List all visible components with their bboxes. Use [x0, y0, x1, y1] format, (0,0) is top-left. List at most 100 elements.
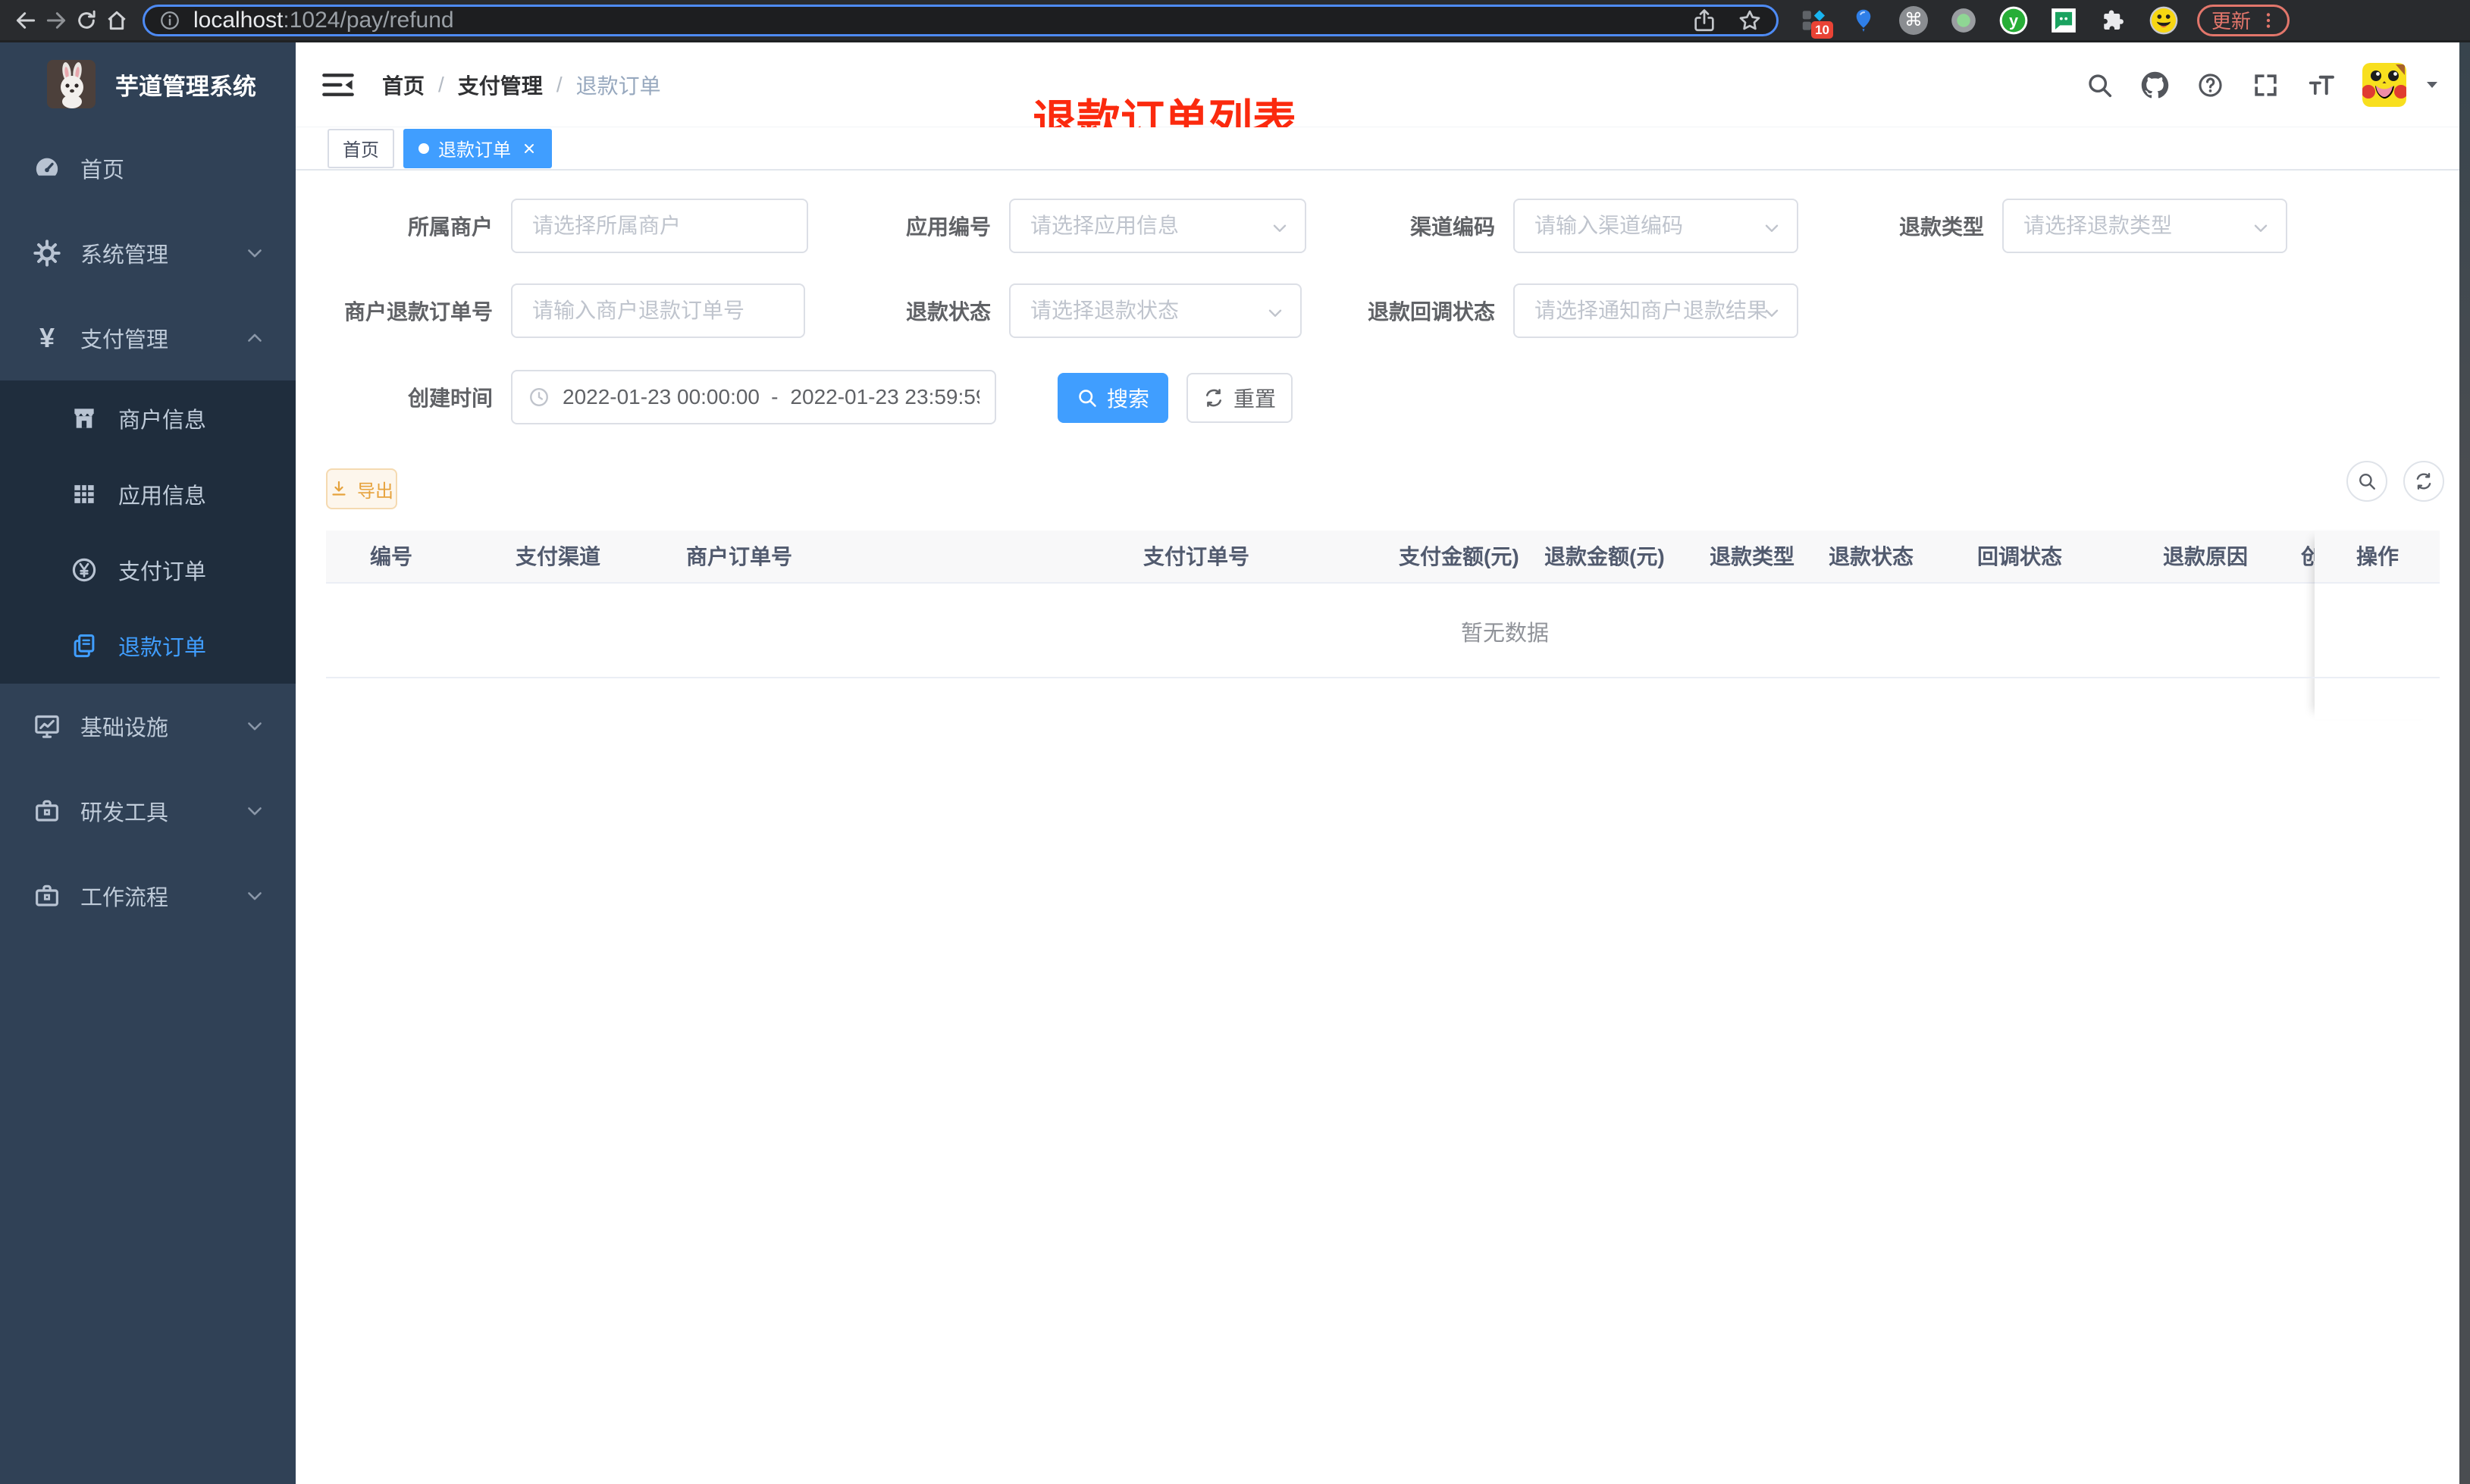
sidebar-item-app-info[interactable]: 应用信息 [0, 456, 296, 532]
sidebar-item-pay[interactable]: ¥ 支付管理 [0, 296, 296, 380]
sidebar-item-infra[interactable]: 基础设施 [0, 684, 296, 769]
sidebar-collapse-icon[interactable] [321, 68, 355, 102]
app-select[interactable] [1011, 200, 1305, 252]
column-header-actions: 操作 [2315, 531, 2440, 584]
breadcrumb: 首页 / 支付管理 / 退款订单 [382, 42, 661, 127]
app-title: 芋道管理系统 [115, 73, 256, 100]
avatar-caret-icon[interactable] [2423, 76, 2441, 94]
extension-command-icon[interactable]: ⌘ [1898, 5, 1929, 36]
fullscreen-icon[interactable] [2252, 71, 2280, 99]
browser-update-label: 更新 [2211, 10, 2252, 33]
refund-type-select[interactable] [2004, 200, 2286, 252]
channel-select[interactable] [1515, 200, 1797, 252]
extension-emoji-icon[interactable] [2149, 5, 2179, 36]
sidebar: 芋道管理系统 首页 系统管理 ¥ 支付管理 商户信息 应用信息 支付订单 退款订… [0, 42, 296, 1484]
refund-status-select[interactable] [1011, 285, 1300, 337]
documents-icon [70, 631, 99, 660]
app-logo[interactable]: 芋道管理系统 [0, 42, 296, 126]
extensions-puzzle-icon[interactable] [2099, 5, 2129, 36]
filter-app: 应用编号 [872, 199, 1306, 253]
extension-balloon-icon[interactable] [1848, 5, 1879, 36]
browser-scrollbar[interactable] [2459, 42, 2470, 1484]
browser-forward-button[interactable] [41, 5, 71, 36]
browser-menu-kebab-icon [2258, 11, 2278, 30]
merchant-refund-no-input[interactable] [512, 285, 804, 337]
github-icon[interactable] [2141, 71, 2169, 99]
dashboard-icon [32, 153, 62, 183]
tag-home[interactable]: 首页 [328, 128, 394, 168]
close-icon[interactable] [522, 141, 537, 156]
share-icon[interactable] [1691, 8, 1717, 33]
search-icon[interactable] [2086, 71, 2114, 99]
column-header: 回调状态 [1977, 545, 2063, 568]
user-avatar[interactable] [2362, 63, 2406, 107]
bookmark-star-icon[interactable] [1737, 8, 1763, 33]
column-header: 支付金额(元) [1399, 545, 1519, 568]
chevron-down-icon [244, 715, 265, 737]
tags-view-bar: 首页 退款订单 [296, 127, 2459, 171]
main-content: 首页 / 支付管理 / 退款订单 退款订单列表 首页 退款订单 所属商户 请选择… [296, 42, 2459, 1484]
yen-icon: ¥ [39, 322, 55, 353]
reset-button[interactable]: 重置 [1186, 373, 1293, 423]
download-icon [330, 480, 348, 498]
extension-chat-icon[interactable] [2048, 5, 2079, 36]
table-header: 编号 支付渠道 商户订单号 支付订单号 支付金额(元) 退款金额(元) 退款类型… [326, 531, 2440, 584]
refresh-table-button[interactable] [2403, 461, 2444, 502]
notify-status-select[interactable] [1515, 285, 1797, 337]
breadcrumb-pay[interactable]: 支付管理 [458, 70, 543, 100]
browser-home-button[interactable] [102, 5, 132, 36]
active-tag-dot [418, 142, 429, 154]
screenshot-root: localhost:1024/pay/refund 10 ⌘ y 更新 芋道管理… [0, 0, 2470, 1484]
sidebar-item-home[interactable]: 首页 [0, 126, 296, 211]
help-icon[interactable] [2196, 71, 2224, 99]
sidebar-item-refund-order[interactable]: 退款订单 [0, 608, 296, 684]
breadcrumb-home[interactable]: 首页 [382, 70, 425, 100]
browser-reload-button[interactable] [71, 5, 102, 36]
browser-update-menu-button[interactable]: 更新 [2197, 4, 2290, 36]
gear-icon [32, 238, 62, 268]
sidebar-item-pay-order[interactable]: 支付订单 [0, 532, 296, 608]
sidebar-item-devtools[interactable]: 研发工具 [0, 769, 296, 853]
address-bar[interactable]: localhost:1024/pay/refund [143, 4, 1779, 36]
monitor-icon [32, 711, 62, 741]
extension-badge: 10 [1811, 20, 1833, 39]
filter-refund-status: 退款状态 [872, 283, 1302, 338]
tag-refund-order[interactable]: 退款订单 [403, 128, 552, 168]
sidebar-item-workflow[interactable]: 工作流程 [0, 853, 296, 938]
filter-create-time: 创建时间 2022-01-23 00:00:00 - 2022-01-23 23… [311, 370, 996, 424]
sidebar-item-merchant-info[interactable]: 商户信息 [0, 380, 296, 456]
chevron-down-icon [244, 885, 265, 906]
date-range-picker[interactable]: 2022-01-23 00:00:00 - 2022-01-23 23:59:5… [511, 370, 996, 424]
filter-merchant: 所属商户 [311, 199, 808, 253]
export-button[interactable]: 导出 [326, 468, 397, 509]
chevron-down-icon [244, 243, 265, 264]
merchant-input[interactable] [512, 200, 807, 252]
sidebar-item-system[interactable]: 系统管理 [0, 211, 296, 296]
browser-toolbar: localhost:1024/pay/refund 10 ⌘ y 更新 [0, 0, 2470, 42]
column-header: 编号 [370, 545, 413, 568]
app-header: 首页 / 支付管理 / 退款订单 退款订单列表 [296, 42, 2459, 144]
chevron-down-icon [244, 800, 265, 822]
browser-back-button[interactable] [11, 5, 41, 36]
column-header: 退款金额(元) [1544, 545, 1665, 568]
search-icon [1077, 387, 1098, 409]
column-header: 退款原因 [2163, 545, 2249, 568]
extension-tabs-icon[interactable]: 10 [1798, 5, 1833, 39]
search-button[interactable]: 搜索 [1058, 373, 1168, 423]
breadcrumb-current: 退款订单 [575, 74, 661, 98]
date-start[interactable]: 2022-01-23 00:00:00 [563, 385, 759, 409]
briefcase-icon [32, 796, 62, 826]
font-size-icon[interactable] [2307, 71, 2335, 99]
extension-y-icon[interactable]: y [1998, 5, 2029, 36]
filter-notify-status: 退款回调状态 [1342, 283, 1798, 338]
date-end[interactable]: 2022-01-23 23:59:59 [790, 385, 980, 409]
extension-dot-icon[interactable] [1948, 5, 1979, 36]
header-actions [2086, 42, 2441, 127]
yen-circle-icon [70, 556, 99, 584]
site-info-icon[interactable] [158, 9, 181, 32]
show-search-toggle-button[interactable] [2346, 461, 2387, 502]
column-header: 支付渠道 [516, 545, 601, 568]
extensions-row: 10 ⌘ y [1798, 5, 2179, 39]
table-bottom-border [326, 677, 2440, 678]
grid-icon [70, 480, 99, 509]
